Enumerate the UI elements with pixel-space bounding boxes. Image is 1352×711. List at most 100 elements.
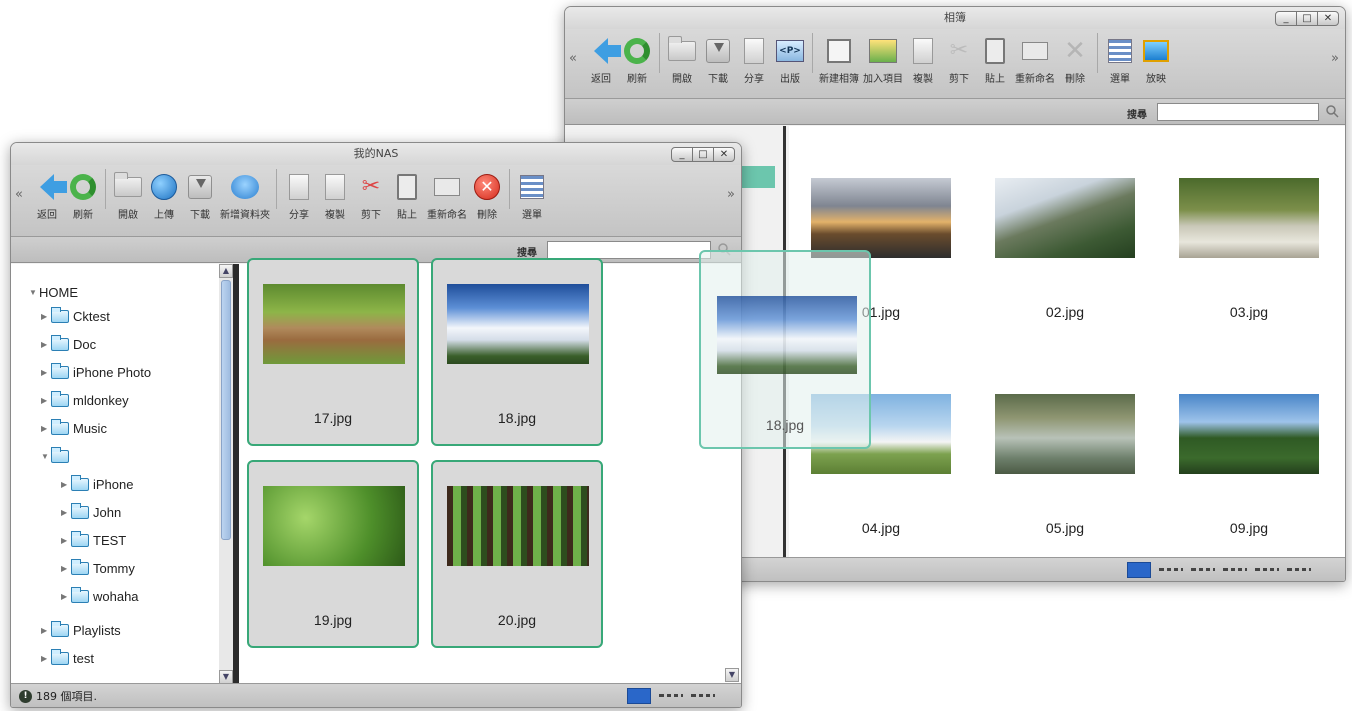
expand-arrow-icon[interactable]: ▶ [41, 368, 51, 377]
tree-root-home[interactable]: ▼ HOME [29, 282, 78, 302]
copy-button[interactable]: 複製 [907, 35, 939, 85]
slideshow-button[interactable]: 放映 [1140, 35, 1172, 85]
scroll-right-icon[interactable]: » [1331, 51, 1339, 66]
tree-item-john[interactable]: ▶ John [61, 502, 121, 522]
collapse-arrow-icon[interactable]: ▼ [29, 288, 39, 297]
album-photo-thumbnail[interactable] [995, 178, 1135, 258]
coverflow-view-icon[interactable] [1255, 568, 1279, 571]
delete-button[interactable]: ✕ 刪除 [1059, 35, 1091, 85]
expand-arrow-icon[interactable]: ▶ [61, 508, 71, 517]
refresh-button[interactable]: 刷新 [67, 171, 99, 221]
close-icon[interactable]: ✕ [1317, 11, 1339, 26]
tree-item-iphone-photo[interactable]: ▶ iPhone Photo [41, 362, 151, 382]
filmstrip-view-icon[interactable] [1223, 568, 1247, 571]
tree-item-test[interactable]: ▶ TEST [61, 530, 126, 550]
download-button[interactable]: 下載 [184, 171, 216, 221]
content-scrollbar[interactable]: ▼ [725, 668, 739, 682]
copy-button[interactable]: 複製 [319, 171, 351, 221]
scroll-left-icon[interactable]: « [569, 51, 577, 66]
minimize-icon[interactable]: _ [671, 147, 693, 162]
new-album-button[interactable]: 新建相簿 [819, 35, 859, 85]
back-button[interactable]: 返回 [585, 35, 621, 85]
rename-button[interactable]: 重新命名 [427, 171, 467, 221]
paste-button[interactable]: 貼上 [979, 35, 1011, 85]
share-icon [744, 38, 764, 64]
refresh-button[interactable]: 刷新 [621, 35, 653, 85]
tree-item-playlists[interactable]: ▶ Playlists [41, 620, 121, 640]
new-folder-button[interactable]: 新增資料夾 [220, 171, 270, 221]
expand-arrow-icon[interactable]: ▶ [61, 536, 71, 545]
scroll-up-icon[interactable]: ▲ [219, 264, 233, 278]
tree-item-cktest[interactable]: ▶ Cktest [41, 306, 110, 326]
rename-button[interactable]: 重新命名 [1015, 35, 1055, 85]
open-button[interactable]: 開啟 [112, 171, 144, 221]
add-item-button[interactable]: 加入項目 [863, 35, 903, 85]
album-titlebar[interactable]: 相簿 _ □ ✕ [565, 7, 1345, 29]
album-photo-thumbnail[interactable] [811, 178, 951, 258]
list-view-icon[interactable] [1159, 568, 1183, 571]
expand-arrow-icon[interactable]: ▶ [41, 396, 51, 405]
expand-arrow-icon[interactable]: ▶ [41, 626, 51, 635]
open-folder-icon [668, 36, 696, 61]
file-card[interactable]: 20.jpg [431, 460, 603, 648]
scroll-right-icon[interactable]: » [727, 187, 735, 202]
album-photo-thumbnail[interactable] [1179, 394, 1319, 474]
album-photo-thumbnail[interactable] [1179, 178, 1319, 258]
cut-button[interactable]: ✂ 剪下 [355, 171, 387, 221]
drag-ghost-thumbnail[interactable]: 18.jpg [699, 250, 871, 449]
expand-arrow-icon[interactable]: ▶ [41, 312, 51, 321]
cut-button[interactable]: ✂ 剪下 [943, 35, 975, 85]
expand-arrow-icon[interactable]: ▶ [61, 592, 71, 601]
nas-titlebar[interactable]: 我的NAS _ □ ✕ [11, 143, 741, 165]
back-button[interactable]: 返回 [31, 171, 67, 221]
list-view-icon[interactable] [659, 694, 683, 697]
expand-arrow-icon[interactable]: ▶ [61, 564, 71, 573]
maximize-icon[interactable]: □ [1296, 11, 1318, 26]
expand-arrow-icon[interactable]: ▶ [41, 424, 51, 433]
tree-item-test[interactable]: ▶ test [41, 648, 94, 668]
grid-view-icon[interactable] [627, 688, 651, 704]
search-input[interactable] [547, 241, 711, 259]
selected-album-highlight[interactable] [737, 166, 775, 188]
paste-button[interactable]: 貼上 [391, 171, 423, 221]
expand-arrow-icon[interactable]: ▶ [41, 340, 51, 349]
search-icon[interactable] [1325, 104, 1339, 118]
tree-scrollbar[interactable]: ▲ ▼ [219, 264, 233, 684]
download-button[interactable]: 下載 [702, 35, 734, 85]
upload-button[interactable]: 上傳 [148, 171, 180, 221]
tree-item-tommy[interactable]: ▶ Tommy [61, 558, 135, 578]
rename-icon [1022, 42, 1048, 60]
scrollbar-thumb[interactable] [221, 280, 231, 540]
maximize-icon[interactable]: □ [692, 147, 714, 162]
detail-view-icon[interactable] [1191, 568, 1215, 571]
delete-button[interactable]: ✕ 刪除 [471, 171, 503, 221]
menu-button[interactable]: 選單 [516, 171, 548, 221]
grid-view-icon[interactable] [1127, 562, 1151, 578]
album-photo-thumbnail[interactable] [995, 394, 1135, 474]
close-icon[interactable]: ✕ [713, 147, 735, 162]
search-input[interactable] [1157, 103, 1319, 121]
tree-item-wohaha[interactable]: ▶ wohaha [61, 586, 139, 606]
tree-item-iphone[interactable]: ▶ iPhone [61, 474, 133, 494]
collapse-arrow-icon[interactable]: ▼ [41, 452, 51, 461]
scroll-down-icon[interactable]: ▼ [219, 670, 233, 684]
scroll-left-icon[interactable]: « [15, 187, 23, 202]
publish-button[interactable]: <P> 出版 [774, 35, 806, 85]
open-button[interactable]: 開啟 [666, 35, 698, 85]
minimize-icon[interactable]: _ [1275, 11, 1297, 26]
tree-item-photos[interactable]: ▼ Photos [41, 446, 189, 466]
menu-button[interactable]: 選單 [1104, 35, 1136, 85]
share-button[interactable]: 分享 [738, 35, 770, 85]
tree-item-doc[interactable]: ▶ Doc [41, 334, 96, 354]
drag-ghost-image [717, 296, 857, 374]
tree-item-music[interactable]: ▶ Music [41, 418, 107, 438]
file-card[interactable]: 17.jpg [247, 258, 419, 446]
share-button[interactable]: 分享 [283, 171, 315, 221]
tree-item-mldonkey[interactable]: ▶ mldonkey [41, 390, 129, 410]
expand-arrow-icon[interactable]: ▶ [41, 654, 51, 663]
dots-view-icon[interactable] [1287, 568, 1311, 571]
file-card[interactable]: 19.jpg [247, 460, 419, 648]
detail-view-icon[interactable] [691, 694, 715, 697]
file-card[interactable]: 18.jpg [431, 258, 603, 446]
expand-arrow-icon[interactable]: ▶ [61, 480, 71, 489]
